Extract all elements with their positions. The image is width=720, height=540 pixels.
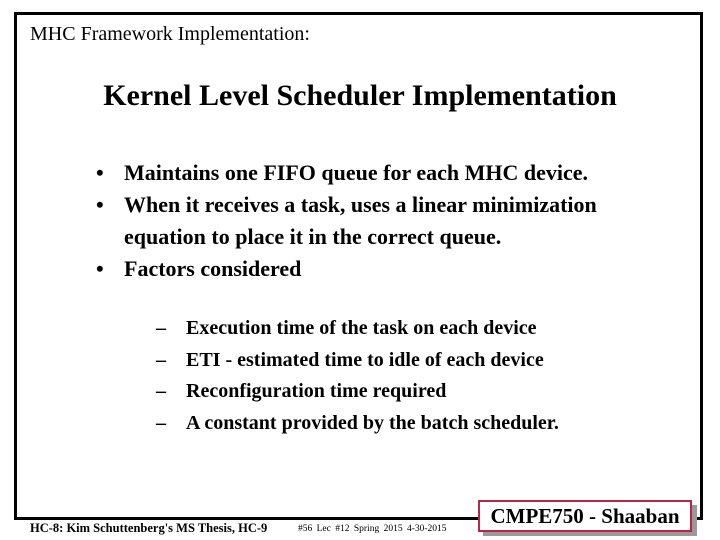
sub-bullet-item: – Execution time of the task on each dev… [156,313,559,345]
sub-bullet-text: A constant provided by the batch schedul… [186,411,559,434]
bullet-text: When it receives a task, uses a linear m… [124,192,597,249]
bullet-list: • Maintains one FIFO queue for each MHC … [96,157,656,285]
bullet-item: • When it receives a task, uses a linear… [96,189,656,253]
bullet-text: Factors considered [124,256,302,281]
dash-icon: – [156,317,166,339]
sub-bullet-item: – Reconfiguration time required [156,376,559,408]
dash-icon: – [156,411,166,434]
bullet-text: Maintains one FIFO queue for each MHC de… [124,160,588,185]
sub-bullet-item: – ETI - estimated time to idle of each d… [156,345,559,377]
section-title: MHC Framework Implementation: [30,23,310,45]
bullet-icon: • [96,256,104,281]
bullet-icon: • [96,160,104,185]
course-badge: CMPE750 - Shaaban [478,500,692,532]
sub-bullet-list: – Execution time of the task on each dev… [156,313,559,439]
footer-reference: HC-8: Kim Schuttenberg's MS Thesis, HC-9 [30,521,268,535]
bullet-icon: • [96,192,104,217]
slide-title: Kernel Level Scheduler Implementation [103,79,617,112]
sub-bullet-text: Reconfiguration time required [186,380,447,402]
bullet-item: • Maintains one FIFO queue for each MHC … [96,157,656,189]
dash-icon: – [156,348,166,371]
footer-slide-info: #56 Lec #12 Spring 2015 4-30-2015 [298,524,447,534]
sub-bullet-item: – A constant provided by the batch sched… [156,408,559,440]
bullet-item: • Factors considered [96,253,656,285]
sub-bullet-text: Execution time of the task on each devic… [186,317,537,339]
sub-bullet-text: ETI - estimated time to idle of each dev… [186,348,544,371]
dash-icon: – [156,380,166,402]
